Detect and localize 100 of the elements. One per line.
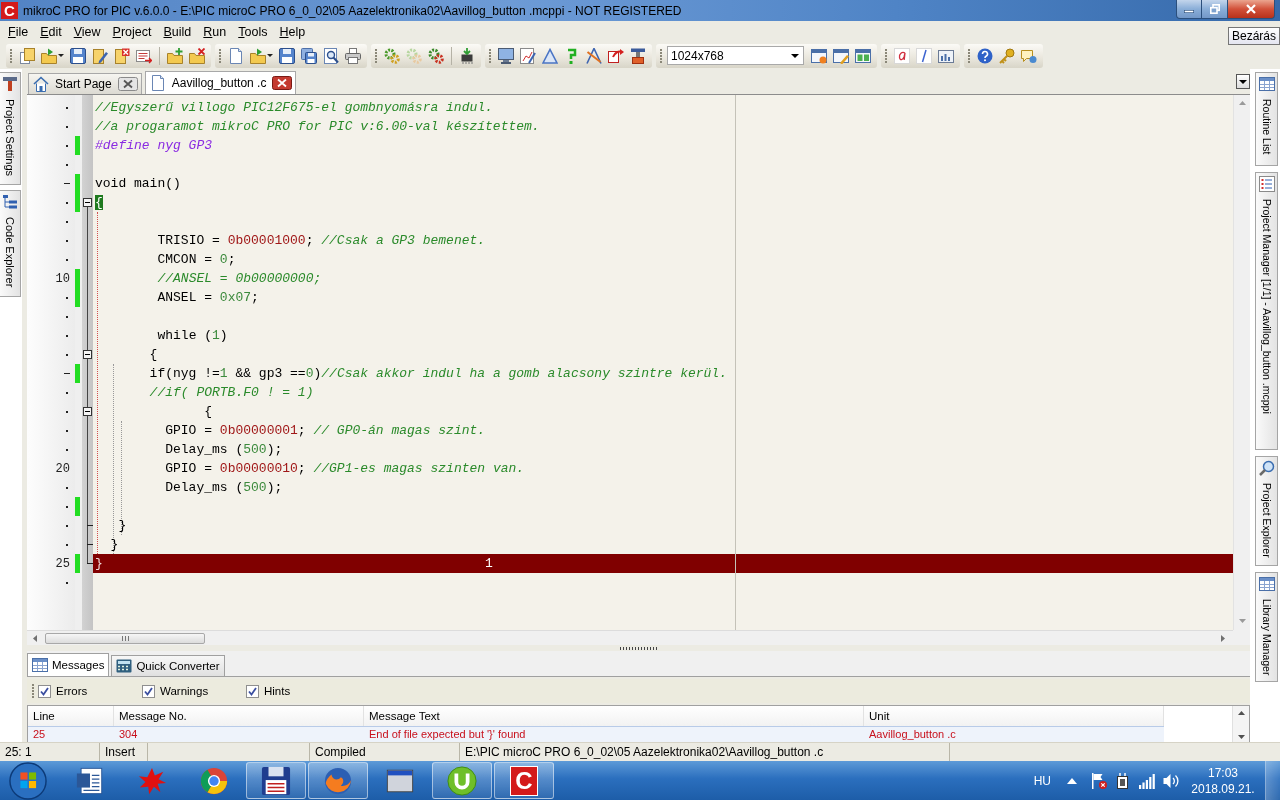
side-panel-tab[interactable]: Project Manager [1/1] - Aavillog_button .mcppi: [1255, 172, 1278, 450]
scrollbar-thumb[interactable]: [45, 632, 205, 644]
side-panel-tab[interactable]: Project Explorer: [1255, 456, 1278, 566]
collapse-icon[interactable]: [83, 407, 92, 416]
triangle-icon[interactable]: [542, 47, 558, 64]
toolbox-icon[interactable]: [630, 47, 646, 64]
minimize-button[interactable]: [1176, 0, 1202, 19]
clock-date[interactable]: 2018.09.21.: [1191, 780, 1255, 797]
column-header[interactable]: Message No.: [114, 706, 364, 726]
menu-item[interactable]: Help: [273, 22, 312, 41]
up-arrow-icon[interactable]: [1067, 777, 1077, 784]
collapse-icon[interactable]: [83, 198, 92, 207]
grip-handle-icon[interactable]: [660, 47, 663, 64]
vertical-scrollbar[interactable]: [1232, 706, 1249, 742]
panel-tab[interactable]: Quick Converter: [111, 655, 225, 676]
menu-item[interactable]: Run: [197, 22, 233, 41]
signal-bars-icon[interactable]: [1139, 772, 1155, 789]
grip-handle-icon[interactable]: [32, 683, 35, 699]
curl-stroke-icon[interactable]: [894, 47, 910, 64]
panel-tab[interactable]: Messages: [27, 653, 110, 676]
round-badge-icon[interactable]: [447, 765, 477, 796]
menu-item[interactable]: View: [67, 22, 107, 41]
grip-handle-icon[interactable]: [885, 47, 888, 64]
tab-list-button[interactable]: [1236, 74, 1250, 89]
checkbox-label[interactable]: Errors: [56, 685, 88, 697]
checkbox[interactable]: [142, 684, 155, 698]
folder-plus-icon[interactable]: [167, 47, 183, 64]
collapse-icon[interactable]: [83, 350, 92, 359]
column-header[interactable]: Message Text: [364, 706, 864, 726]
bar-chart-icon[interactable]: [938, 47, 954, 64]
power-plug-icon[interactable]: [1115, 772, 1131, 789]
app-logo[interactable]: C: [510, 765, 538, 796]
grip-handle-icon[interactable]: [10, 47, 13, 64]
gears-icon[interactable]: [384, 47, 400, 64]
window-pencil-icon[interactable]: [833, 47, 849, 64]
side-panel-tab[interactable]: Project Settings: [0, 72, 21, 185]
side-panel-tab[interactable]: Routine List: [1255, 72, 1278, 166]
restore-button[interactable]: [1202, 0, 1228, 19]
compass-icon[interactable]: [586, 47, 602, 64]
checkbox[interactable]: [38, 684, 51, 698]
editor-tab[interactable]: Start Page: [28, 73, 142, 94]
grip-handle-icon[interactable]: [375, 47, 378, 64]
floppy-disks-icon[interactable]: [301, 47, 317, 64]
taskbar-button[interactable]: [246, 762, 306, 799]
close-button[interactable]: [1228, 0, 1275, 19]
scroll-right-icon[interactable]: [1221, 634, 1225, 642]
gears-icon[interactable]: [428, 47, 444, 64]
scroll-left-icon[interactable]: [33, 634, 37, 642]
clock-time[interactable]: 17:03: [1208, 764, 1238, 781]
checkbox-label[interactable]: Warnings: [160, 685, 209, 697]
slash-stroke-icon[interactable]: [916, 47, 932, 64]
grip-handle-icon[interactable]: [968, 47, 971, 64]
speaker-icon[interactable]: [1163, 772, 1179, 789]
taskbar-button[interactable]: [432, 762, 492, 799]
splitter-handle[interactable]: [619, 646, 658, 650]
menu-item[interactable]: Project: [106, 22, 158, 41]
start-button[interactable]: [8, 761, 48, 800]
caret-icon[interactable]: [267, 54, 273, 57]
editor-tab[interactable]: Aavillog_button .c: [144, 71, 297, 94]
column-header[interactable]: Unit: [864, 706, 1164, 726]
pages-icon[interactable]: [19, 47, 35, 64]
column-header[interactable]: Line: [28, 706, 114, 726]
resolution-dropdown[interactable]: 1024x768: [667, 46, 804, 65]
checkbox-label[interactable]: Hints: [264, 685, 291, 697]
page-cross-icon[interactable]: [114, 47, 130, 64]
window-panes-icon[interactable]: [855, 47, 871, 64]
side-panel-tab[interactable]: Code Explorer: [0, 190, 21, 297]
folder-cross-icon[interactable]: [189, 47, 205, 64]
menu-item[interactable]: Tools: [232, 22, 274, 41]
menu-item[interactable]: Edit: [34, 22, 68, 41]
printer-icon[interactable]: [345, 47, 361, 64]
page-pencil-icon[interactable]: [92, 47, 108, 64]
monitor-icon[interactable]: [498, 47, 514, 64]
speech-bubble-icon[interactable]: [1021, 47, 1037, 64]
language-indicator[interactable]: HU: [1033, 773, 1051, 788]
side-panel-tab[interactable]: Library Manager: [1255, 572, 1278, 682]
chart-pencil-icon[interactable]: [520, 47, 536, 64]
globe-icon[interactable]: [323, 765, 353, 796]
taskbar-button[interactable]: C: [494, 762, 554, 799]
menu-item[interactable]: File: [2, 22, 35, 41]
window-badge-icon[interactable]: [811, 47, 827, 64]
curved-arrow-icon[interactable]: [608, 47, 624, 64]
document-icon[interactable]: [75, 765, 105, 796]
close-icon[interactable]: [117, 77, 138, 91]
caret-icon[interactable]: [58, 54, 64, 57]
help-icon[interactable]: [977, 47, 993, 64]
flag-icon[interactable]: [1091, 772, 1107, 789]
close-icon[interactable]: [272, 76, 293, 90]
scroll-down-icon[interactable]: [1237, 735, 1245, 739]
grip-handle-icon[interactable]: [489, 47, 492, 64]
checkbox[interactable]: [246, 684, 259, 698]
ring-icon[interactable]: [199, 765, 229, 796]
menu-item[interactable]: Build: [157, 22, 198, 41]
page-magnifier-icon[interactable]: [323, 47, 339, 64]
horizontal-scrollbar[interactable]: [27, 630, 1233, 645]
scroll-up-icon[interactable]: [1237, 711, 1245, 715]
key-icon[interactable]: [999, 47, 1015, 64]
chip-arrow-icon[interactable]: [459, 47, 475, 64]
code-area[interactable]: [93, 95, 1233, 630]
page-icon[interactable]: [228, 47, 244, 64]
